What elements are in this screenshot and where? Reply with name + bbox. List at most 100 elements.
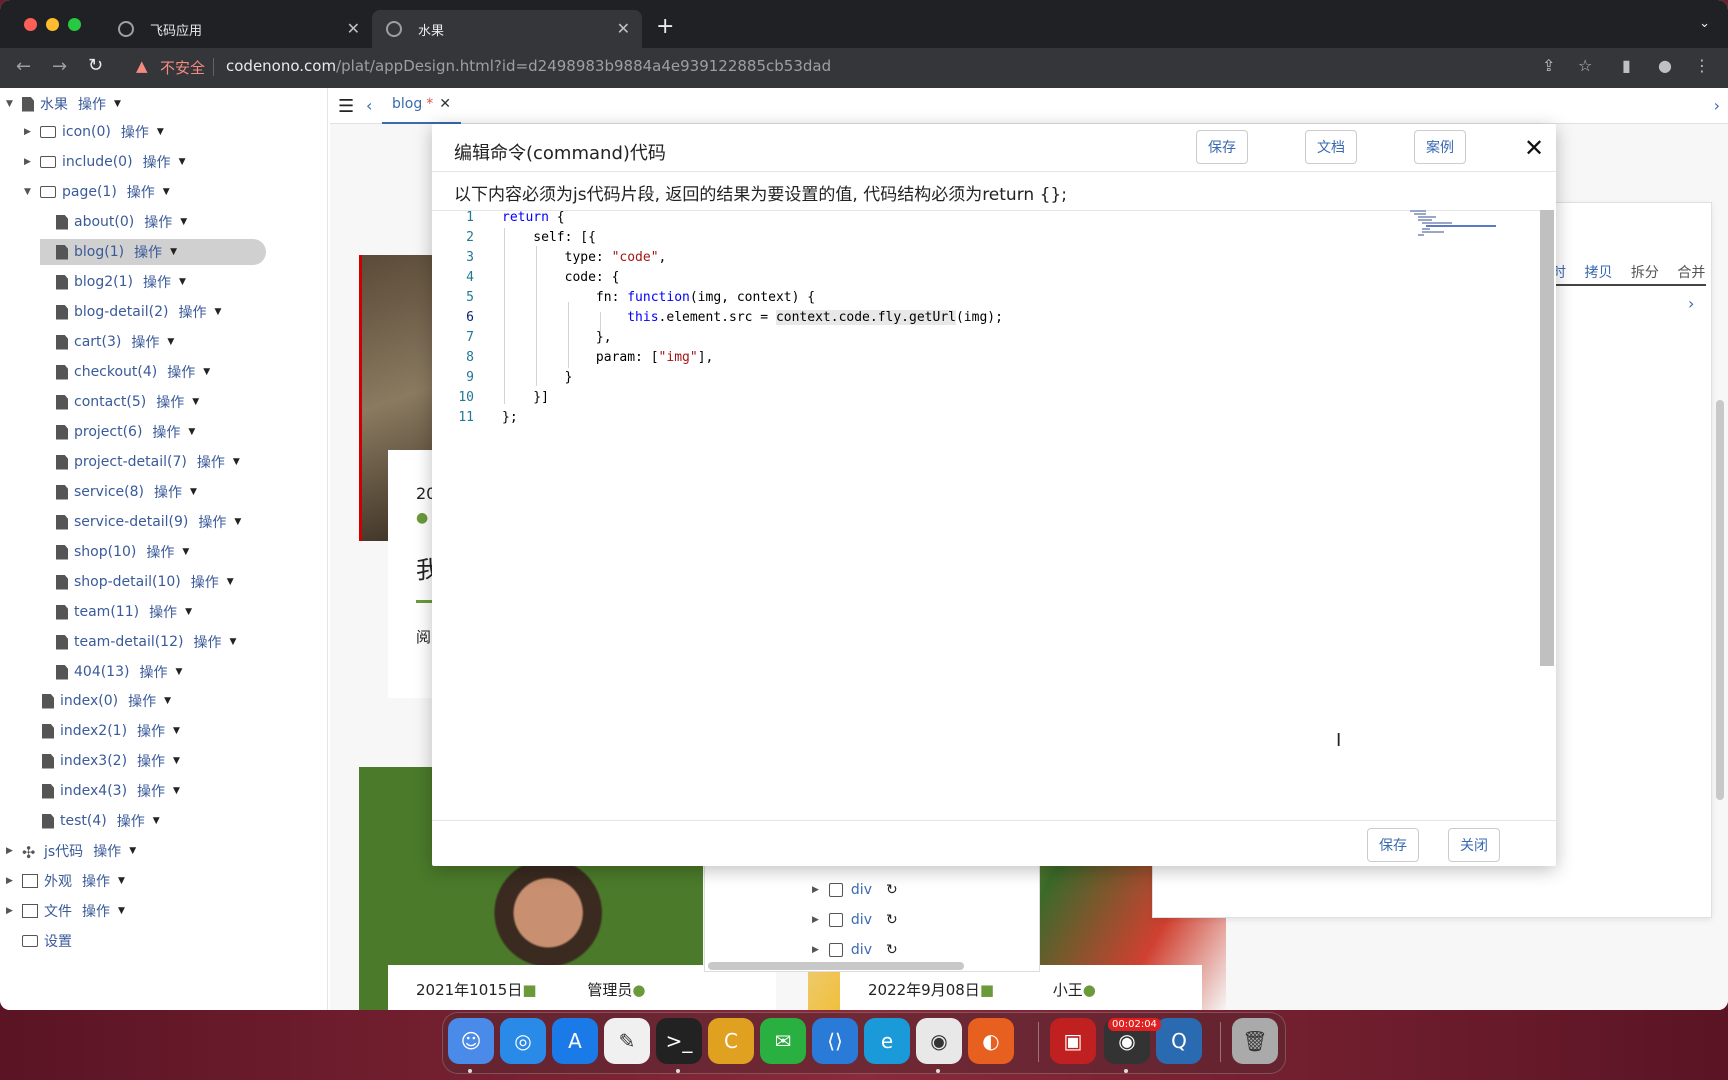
node-checkbox[interactable] [828,883,843,897]
operations-menu[interactable]: 操作 [117,811,145,831]
footer-close-button[interactable]: 关闭 [1448,828,1500,862]
tree-item-label[interactable]: team-detail(12) [74,634,183,650]
dom-tree-row[interactable]: ▶ div ↻ [812,909,898,931]
operations-menu[interactable]: 操作 [137,751,165,771]
tree-section-item[interactable]: ▶ 文件 操作 ▼ [6,898,125,924]
caret-down-icon[interactable]: ▼ [173,756,180,766]
caret-down-icon[interactable]: ▼ [234,517,241,527]
tree-page-item[interactable]: test(4) 操作 ▼ [26,808,160,834]
reload-icon[interactable]: ↻ [88,55,103,76]
zoom-window-icon[interactable] [68,18,81,31]
save-button[interactable]: 保存 [1196,130,1248,164]
tool-copy[interactable]: 拷贝 [1584,265,1612,281]
tree-item-label[interactable]: project-detail(7) [74,454,187,470]
code-line[interactable]: }, [502,330,612,350]
tree-section-item[interactable]: ▶ 外观 操作 ▼ [6,868,125,894]
operations-menu[interactable]: 操作 [78,94,106,114]
tree-page-item[interactable]: 404(13) 操作 ▼ [40,659,182,685]
tree-page-item[interactable]: project-detail(7) 操作 ▼ [40,449,240,475]
collapse-arrow-icon[interactable]: ▼ [24,187,36,197]
caret-down-icon[interactable]: ▼ [192,397,199,407]
operations-menu[interactable]: 操作 [82,871,110,891]
chevron-right-icon[interactable]: › [1714,96,1720,115]
caret-down-icon[interactable]: ▼ [170,247,177,257]
caret-down-icon[interactable]: ▼ [114,99,121,109]
operations-menu[interactable]: 操作 [139,662,167,682]
operations-menu[interactable]: 操作 [93,841,121,861]
tree-page-item[interactable]: shop-detail(10) 操作 ▼ [40,569,234,595]
security-label[interactable]: 不安全 [160,57,205,78]
terminal-icon[interactable]: >_ [656,1018,702,1064]
tree-item-label[interactable]: index3(2) [60,753,127,769]
tree-item-label[interactable]: contact(5) [74,394,146,410]
expand-arrow-icon[interactable]: ▶ [812,915,819,925]
caret-down-icon[interactable]: ▼ [167,337,174,347]
tree-item-label[interactable]: index2(1) [60,723,127,739]
refresh-icon[interactable]: ↻ [886,882,898,898]
footer-save-button[interactable]: 保存 [1367,828,1419,862]
side-panel-icon[interactable]: ▮ [1622,56,1631,75]
code-line[interactable]: code: { [502,270,620,290]
caret-down-icon[interactable]: ▼ [188,427,195,437]
tool-split[interactable]: 拆分 [1631,265,1659,281]
operations-menu[interactable]: 操作 [167,362,195,382]
dom-tree-row[interactable]: ▶ div ↻ [812,879,898,901]
tree-settings-item[interactable]: 设置 [22,928,72,954]
tree-item-label[interactable]: 404(13) [74,664,129,680]
chrome-icon[interactable]: ◉ [916,1018,962,1064]
tree-item-label[interactable]: js代码 [44,841,83,861]
tree-page-item[interactable]: index2(1) 操作 ▼ [26,718,180,744]
tree-item-label[interactable]: test(4) [60,813,107,829]
tab-search-chevron-icon[interactable]: ⌄ [1699,16,1710,31]
tree-page-item[interactable]: service(8) 操作 ▼ [40,479,197,505]
tree-page-item[interactable]: checkout(4) 操作 ▼ [40,359,210,385]
caret-down-icon[interactable]: ▼ [173,726,180,736]
tree-page-item[interactable]: shop(10) 操作 ▼ [40,539,189,565]
operations-menu[interactable]: 操作 [143,152,171,172]
tree-item-label[interactable]: index4(3) [60,783,127,799]
tree-page-item[interactable]: blog-detail(2) 操作 ▼ [40,299,221,325]
tree-item-label[interactable]: project(6) [74,424,142,440]
examples-button[interactable]: 案例 [1414,130,1466,164]
code-line[interactable]: } [502,370,573,390]
caret-down-icon[interactable]: ▼ [227,577,234,587]
code-line[interactable]: fn: function(img, context) { [502,290,815,310]
operations-menu[interactable]: 操作 [137,781,165,801]
vscode-icon[interactable]: ⟨⟩ [812,1018,858,1064]
operations-menu[interactable]: 操作 [82,901,110,921]
tab-blog[interactable]: blog * ✕ [382,88,461,124]
tree-page-item[interactable]: project(6) 操作 ▼ [40,419,195,445]
code-scrollbar[interactable] [1540,210,1554,666]
tab-feima-app[interactable]: 飞码应用 ✕ [104,10,372,48]
tree-item-label[interactable]: about(0) [74,214,134,230]
caret-down-icon[interactable]: ▼ [229,637,236,647]
operations-menu[interactable]: 操作 [144,212,172,232]
minimize-window-icon[interactable] [46,18,59,31]
url-text[interactable]: codenono.com/plat/appDesign.html?id=d249… [226,57,831,75]
tree-item-label[interactable]: 水果 [40,94,68,114]
caret-down-icon[interactable]: ▼ [175,667,182,677]
caret-down-icon[interactable]: ▼ [157,127,164,137]
expand-arrow-icon[interactable]: ▶ [6,906,18,916]
tree-page-item[interactable]: blog(1) 操作 ▼ [40,239,266,265]
refresh-icon[interactable]: ↻ [886,942,898,958]
tab-close-icon[interactable]: ✕ [347,19,360,38]
tree-item-label[interactable]: page(1) [62,184,117,200]
tree-item-label[interactable]: cart(3) [74,334,121,350]
operations-menu[interactable]: 操作 [143,272,171,292]
tree-item-label[interactable]: blog2(1) [74,274,133,290]
chevron-right-icon[interactable]: › [1688,294,1694,313]
clion-icon[interactable]: C [708,1018,754,1064]
tree-item-label[interactable]: service(8) [74,484,144,500]
code-line[interactable]: type: "code", [502,250,667,270]
caret-down-icon[interactable]: ▼ [173,786,180,796]
page-scrollbar[interactable] [1716,400,1724,800]
bookmark-star-icon[interactable]: ☆ [1578,56,1592,75]
caret-down-icon[interactable]: ▼ [118,906,125,916]
dom-tree-scrollbar[interactable] [708,962,964,970]
operations-menu[interactable]: 操作 [197,452,225,472]
edge-icon[interactable]: e [864,1018,910,1064]
code-line[interactable]: }; [502,410,518,430]
tree-item-label[interactable]: include(0) [62,154,133,170]
tool-merge[interactable]: 合并 [1677,265,1705,281]
